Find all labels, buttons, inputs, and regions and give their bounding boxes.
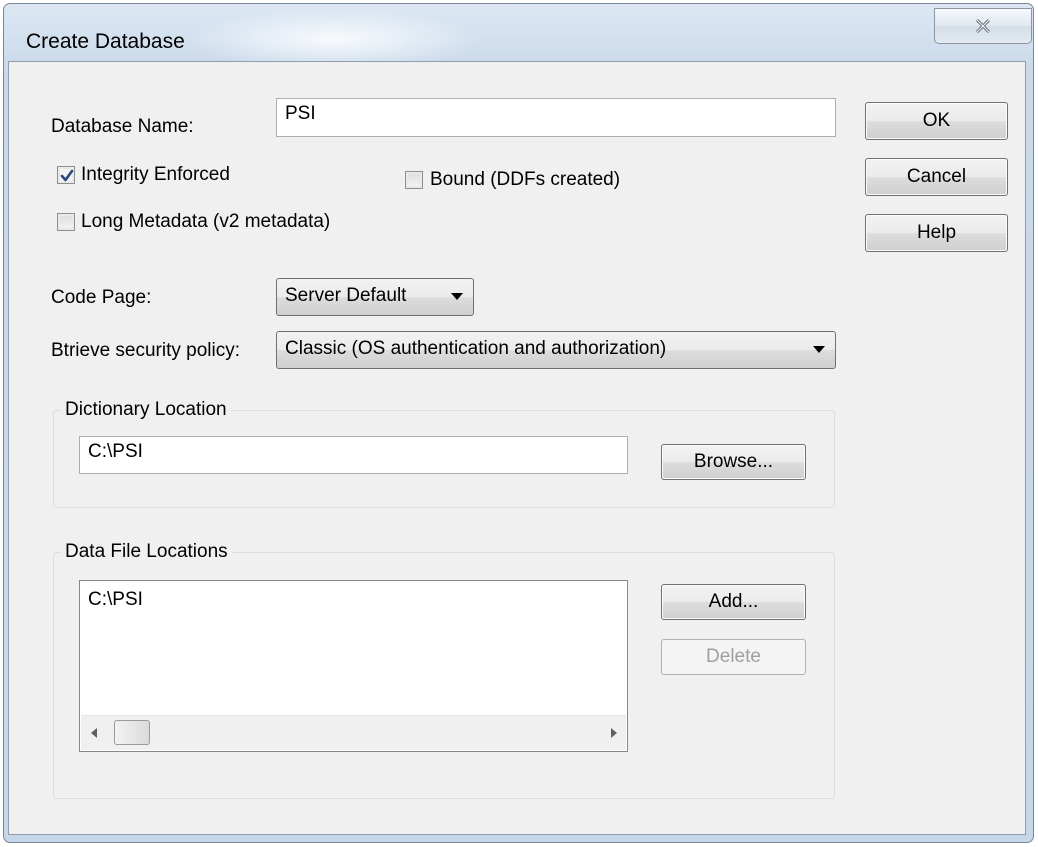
dictionary-path-input[interactable]: C:\PSI xyxy=(79,436,628,474)
security-policy-value: Classic (OS authentication and authoriza… xyxy=(285,338,667,359)
code-page-dropdown[interactable]: Server Default xyxy=(276,278,474,316)
dialog-client-area: Database Name: PSI Integrity Enforced Bo… xyxy=(8,61,1026,835)
browse-button[interactable]: Browse... xyxy=(661,444,806,480)
dictionary-path-value: C:\PSI xyxy=(88,441,143,462)
delete-button[interactable]: Delete xyxy=(661,639,806,675)
database-name-input[interactable]: PSI xyxy=(276,98,836,137)
close-icon xyxy=(975,18,991,34)
data-file-listbox[interactable]: C:\PSI xyxy=(79,580,628,752)
chevron-down-icon xyxy=(813,346,825,353)
add-button[interactable]: Add... xyxy=(661,584,806,620)
chevron-down-icon xyxy=(451,293,463,300)
data-file-locations-label: Data File Locations xyxy=(61,541,232,563)
integrity-enforced-checkbox[interactable] xyxy=(57,166,75,184)
integrity-enforced-label[interactable]: Integrity Enforced xyxy=(81,164,230,186)
list-item[interactable]: C:\PSI xyxy=(88,589,143,611)
security-policy-label: Btrieve security policy: xyxy=(51,340,241,361)
code-page-value: Server Default xyxy=(285,285,407,306)
code-page-label: Code Page: xyxy=(51,287,152,308)
database-name-label: Database Name: xyxy=(51,116,194,137)
long-metadata-checkbox[interactable] xyxy=(57,213,75,231)
long-metadata-label[interactable]: Long Metadata (v2 metadata) xyxy=(81,211,330,233)
security-policy-dropdown[interactable]: Classic (OS authentication and authoriza… xyxy=(276,331,836,369)
window-title: Create Database xyxy=(26,30,185,53)
ok-button[interactable]: OK xyxy=(865,102,1008,140)
arrow-left-icon[interactable] xyxy=(91,728,97,738)
bound-checkbox[interactable] xyxy=(405,171,423,189)
close-button[interactable] xyxy=(934,8,1032,44)
cancel-button[interactable]: Cancel xyxy=(865,158,1008,196)
bound-label[interactable]: Bound (DDFs created) xyxy=(430,169,620,191)
arrow-right-icon[interactable] xyxy=(611,728,617,738)
help-button[interactable]: Help xyxy=(865,214,1008,252)
horizontal-scrollbar[interactable] xyxy=(81,715,626,750)
dictionary-location-label: Dictionary Location xyxy=(61,399,231,421)
database-name-value: PSI xyxy=(285,103,316,124)
checkmark-icon xyxy=(60,169,74,182)
scrollbar-thumb[interactable] xyxy=(114,720,150,745)
